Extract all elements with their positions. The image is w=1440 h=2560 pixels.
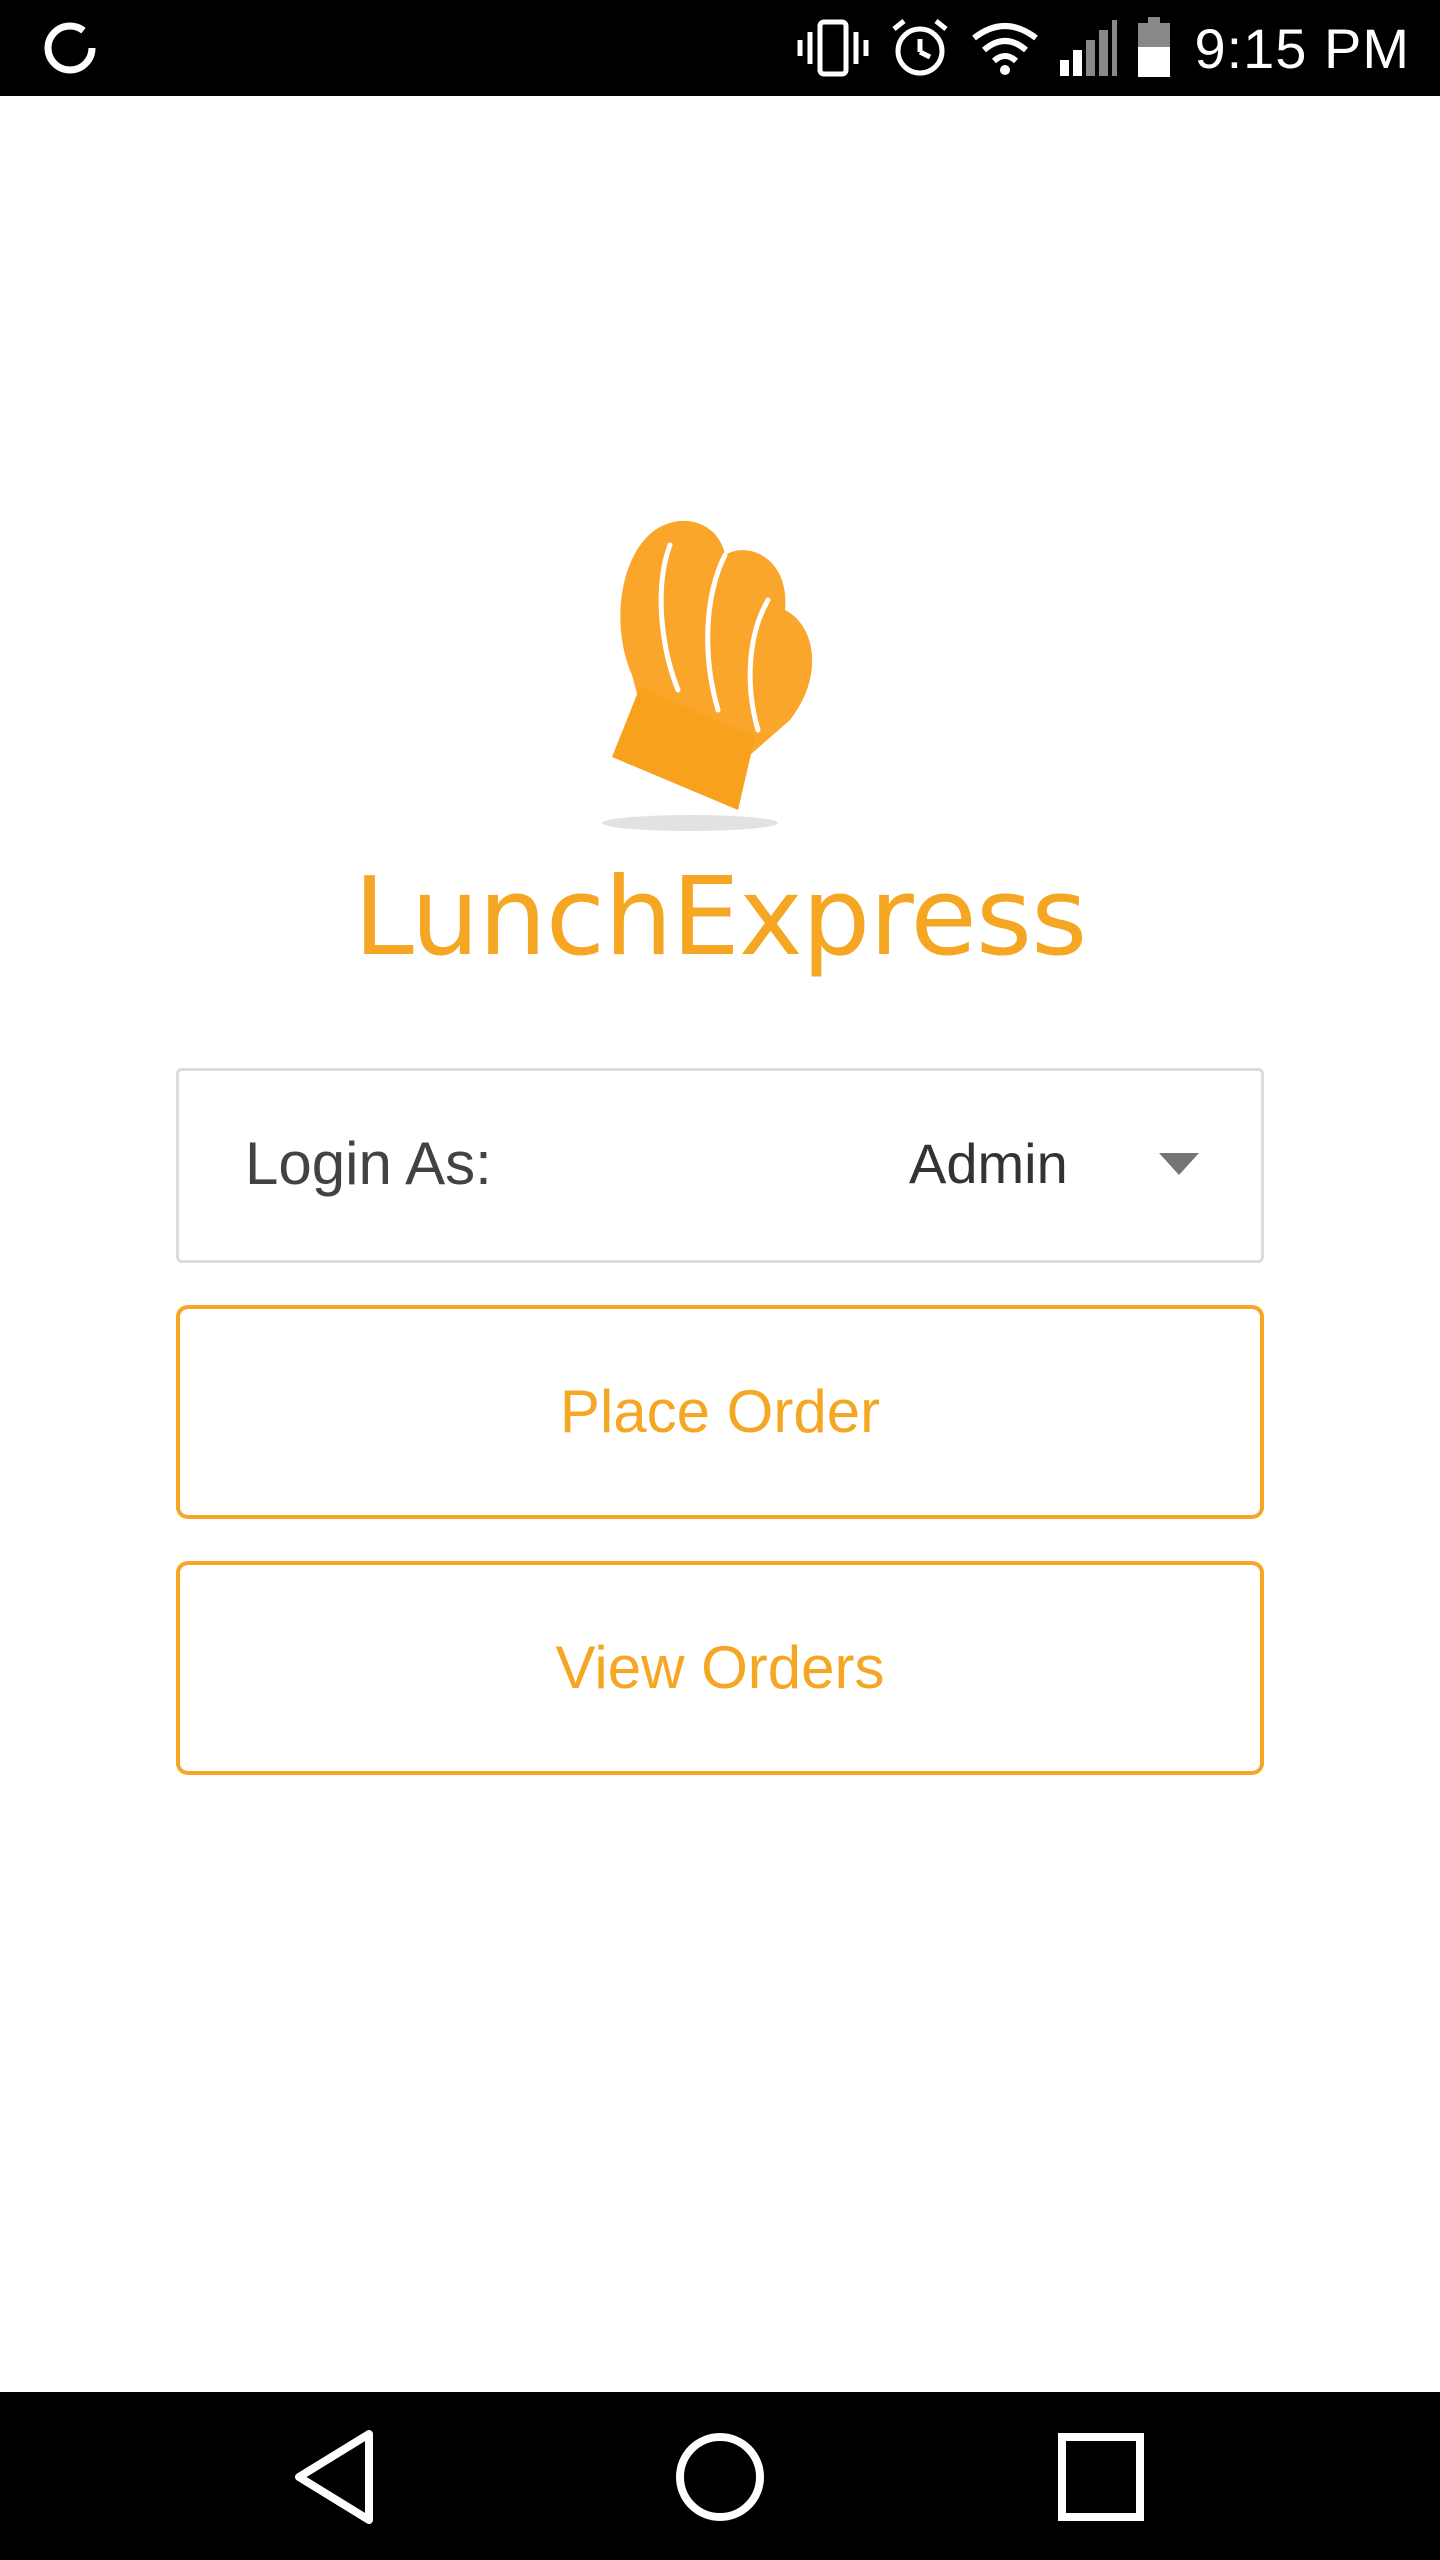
home-icon[interactable]: [665, 2422, 775, 2532]
recents-icon[interactable]: [1045, 2422, 1155, 2532]
sync-icon: [40, 18, 100, 78]
view-orders-button[interactable]: View Orders: [176, 1561, 1264, 1775]
back-icon[interactable]: [285, 2422, 395, 2532]
login-as-selector[interactable]: Login As: Admin: [176, 1068, 1264, 1263]
login-as-value[interactable]: Admin: [909, 1131, 1068, 1196]
alarm-icon: [892, 19, 948, 76]
chef-hat-icon: [602, 520, 813, 831]
navigation-bar: [0, 2392, 1440, 2560]
login-as-label: Login As:: [245, 1130, 492, 1197]
place-order-button[interactable]: Place Order: [176, 1305, 1264, 1519]
status-icons: 9:15 PM: [796, 0, 1410, 96]
status-time: 9:15 PM: [1194, 16, 1410, 80]
app-screen: 9:15 PM LunchExpress Login As: Admin Pla…: [0, 0, 1440, 2560]
vibrate-icon: [797, 19, 869, 77]
wifi-icon: [972, 23, 1039, 75]
chevron-down-icon[interactable]: [1159, 1153, 1199, 1175]
status-bar: 9:15 PM: [0, 0, 1440, 96]
brand-name: LunchExpress: [353, 855, 1088, 980]
battery-icon: [1138, 17, 1171, 77]
signal-icon: [1060, 20, 1118, 76]
